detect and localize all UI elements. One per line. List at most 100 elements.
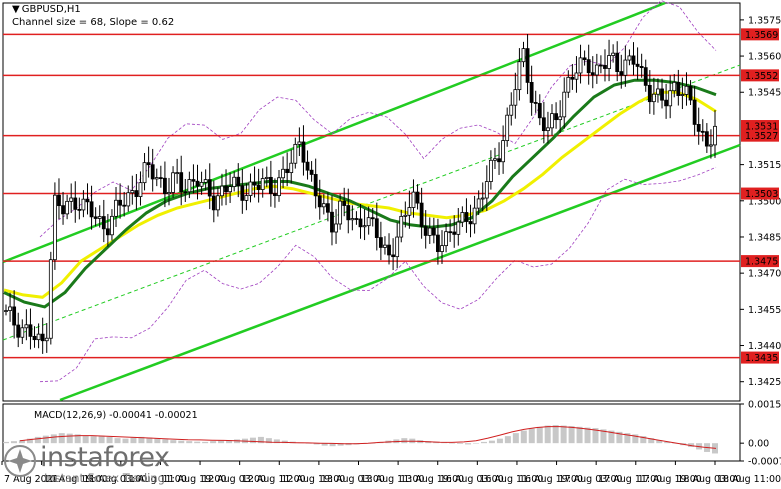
candle-bear	[660, 88, 664, 101]
macd-histogram-bar	[480, 441, 487, 444]
candle-bear	[101, 216, 106, 230]
candle-bear	[664, 99, 669, 107]
macd-histogram-bar	[496, 438, 503, 444]
candle-bear	[285, 168, 290, 174]
macd-histogram-bar	[457, 443, 464, 444]
candle-bear	[533, 102, 538, 104]
candle-bear	[696, 124, 701, 132]
channel-info: Channel size = 68, Slope = 0.62	[12, 17, 175, 28]
price-label: 1.3560	[748, 52, 781, 63]
candle-bull	[24, 324, 29, 329]
macd-histogram-bar	[218, 440, 225, 444]
price-label: 1.3515	[748, 160, 781, 171]
macd-histogram-bar	[473, 443, 480, 444]
instaforex-watermark: instaforex Instant Forex Trading	[4, 438, 184, 488]
candle-bear	[619, 71, 624, 76]
macd-histogram-bar	[560, 425, 567, 444]
candle-bear	[631, 55, 636, 65]
candle-bull	[550, 113, 554, 129]
candle-bull	[684, 85, 689, 95]
candle-bear	[207, 179, 212, 197]
candle-bear	[256, 184, 261, 190]
candle-bear	[32, 335, 37, 341]
candle-bear	[326, 203, 330, 213]
price-label: 1.3485	[748, 232, 781, 243]
candle-bear	[305, 161, 310, 171]
candle-bull	[203, 179, 208, 183]
candle-bull	[444, 231, 448, 247]
candle-bull	[126, 192, 131, 207]
candle-bear	[179, 172, 184, 193]
candle-bull	[546, 127, 550, 132]
candle-bear	[105, 228, 110, 236]
instaforex-logo-icon	[4, 445, 36, 477]
price-label: 1.3440	[748, 341, 781, 352]
candle-bull	[36, 333, 41, 341]
candle-bull	[440, 245, 444, 252]
price-label: 1.3455	[748, 305, 781, 316]
candle-bull	[199, 181, 204, 187]
candle-bear	[529, 82, 534, 103]
candle-bull	[171, 172, 175, 193]
candle-bull	[228, 186, 233, 193]
candle-bear	[497, 158, 501, 163]
candle-bull	[293, 143, 298, 164]
candle-bull	[220, 185, 224, 197]
candle-bear	[354, 218, 359, 220]
candle-bull	[281, 168, 285, 179]
candle-bear	[391, 254, 395, 258]
candle-bull	[611, 52, 616, 56]
brand-tagline: Instant Forex Trading	[44, 471, 165, 485]
candle-bull	[607, 55, 611, 69]
macd-histogram-bar	[512, 433, 519, 444]
candle-bull	[521, 48, 526, 63]
candle-bear	[85, 198, 90, 203]
candle-bear	[28, 324, 33, 337]
candle-bear	[309, 169, 314, 175]
candle-bull	[138, 182, 143, 197]
candle-bull	[383, 244, 387, 248]
candle-bull	[20, 327, 25, 338]
candle-bull	[244, 195, 249, 201]
candle-bull	[505, 114, 510, 142]
candle-bear	[195, 180, 200, 187]
candle-bear	[586, 59, 591, 74]
candle-bull	[289, 162, 294, 174]
candle-bull	[456, 221, 461, 235]
candle-bear	[415, 191, 420, 204]
candle-bull	[154, 177, 159, 180]
candle-bear	[468, 221, 473, 225]
candle-bear	[423, 226, 428, 236]
candle-bull	[4, 310, 8, 312]
macd-histogram-bar	[186, 441, 193, 444]
candle-bear	[464, 212, 469, 222]
candle-bull	[493, 158, 497, 161]
candle-bear	[273, 193, 277, 197]
candle-bull	[680, 94, 685, 96]
brand-name: instaforex	[40, 442, 170, 473]
candle-bear	[61, 205, 65, 215]
candle-bear	[301, 141, 306, 163]
candle-bull	[407, 207, 412, 216]
macd-histogram-bar	[552, 425, 559, 444]
candle-bull	[566, 76, 571, 93]
candle-bull	[403, 214, 408, 217]
candle-bull	[44, 337, 49, 342]
candle-bear	[615, 52, 620, 72]
candle-bear	[374, 218, 379, 238]
candle-bull	[395, 236, 400, 258]
candle-bull	[651, 93, 656, 103]
candle-bull	[264, 176, 269, 179]
candle-bull	[513, 89, 518, 106]
candle-bear	[554, 113, 558, 121]
candle-bull	[574, 72, 579, 80]
candle-bull	[142, 162, 147, 184]
candle-bear	[704, 131, 709, 147]
candle-bull	[623, 59, 628, 76]
candle-bull	[232, 176, 237, 187]
candle-bear	[158, 177, 163, 179]
candle-bear	[452, 231, 457, 235]
candle-bull	[52, 194, 57, 261]
candle-bull	[558, 116, 563, 121]
price-marker-label: 1.3435	[745, 353, 778, 364]
